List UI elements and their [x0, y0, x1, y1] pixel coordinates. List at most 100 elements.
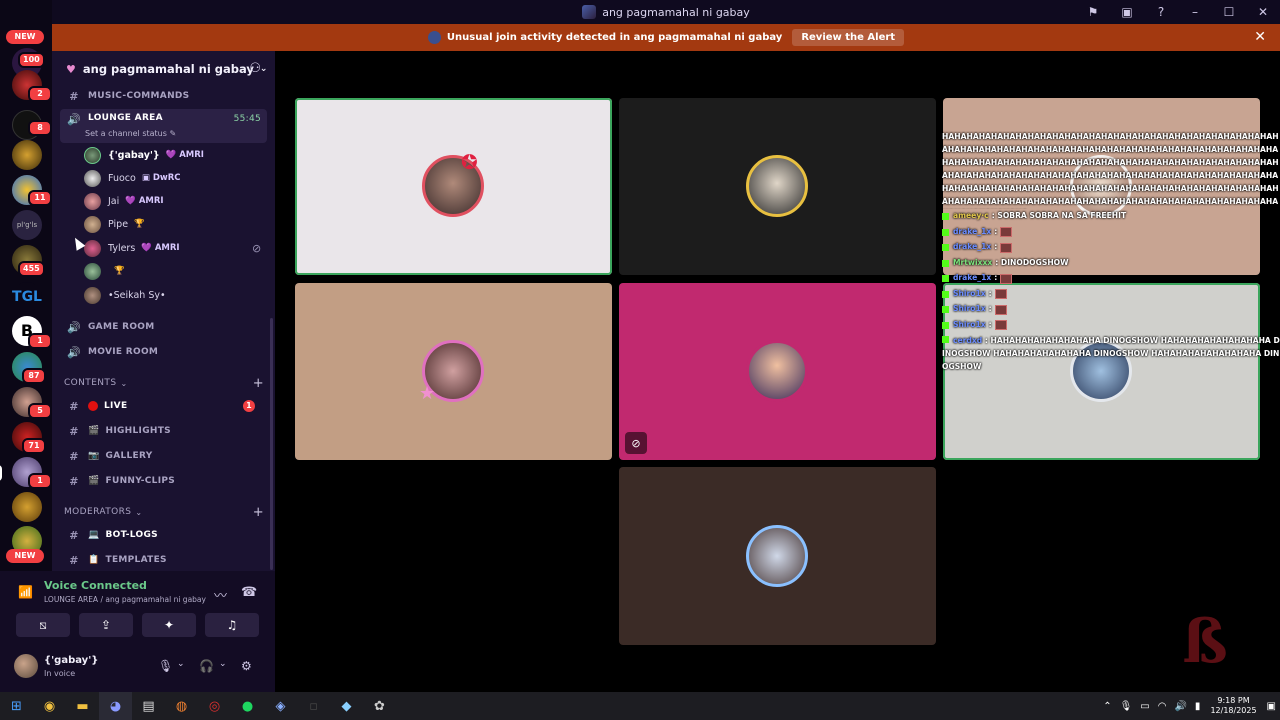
start-icon[interactable]: ⊞: [0, 692, 33, 720]
heart-icon: ♥: [66, 62, 76, 76]
activities-button[interactable]: ✦: [142, 613, 196, 637]
chevron-down-icon[interactable]: ⌄: [219, 659, 227, 669]
signal-icon: 📶: [18, 585, 33, 599]
app-icon[interactable]: ◆: [330, 692, 363, 720]
server-icon[interactable]: [12, 140, 42, 170]
participant-tile[interactable]: ★: [295, 283, 612, 460]
voice-user[interactable]: 🏆: [84, 260, 125, 282]
participant-tile[interactable]: ✪: [295, 98, 612, 275]
screen-share-button[interactable]: ⇪: [79, 613, 133, 637]
help-icon[interactable]: ?: [1144, 0, 1178, 24]
wifi-icon[interactable]: ◠: [1158, 701, 1167, 712]
avatar: [84, 262, 101, 280]
close-icon[interactable]: ✕: [1254, 29, 1266, 45]
server-avatar-icon: [427, 31, 441, 44]
mention-badge: 11: [28, 190, 52, 206]
app-icon[interactable]: ◍: [165, 692, 198, 720]
voice-user-name: •Seikah Sy•: [108, 289, 166, 301]
add-channel-icon[interactable]: +: [253, 376, 264, 391]
app-icon[interactable]: ◎: [198, 692, 231, 720]
participant-tile[interactable]: ⊘: [619, 283, 936, 460]
voice-user[interactable]: •Seikah Sy•: [84, 284, 166, 306]
app-icon[interactable]: ▫: [297, 692, 330, 720]
voice-user[interactable]: Pipe 🏆: [84, 213, 145, 235]
notification-icon[interactable]: ▣: [1267, 701, 1276, 712]
chevron-up-icon[interactable]: ⌃: [1103, 701, 1111, 712]
battery-icon[interactable]: ▮: [1195, 701, 1201, 712]
chat-message: :: [988, 319, 992, 329]
participant-tile[interactable]: [619, 467, 936, 645]
soundboard-button[interactable]: ♫: [205, 613, 259, 637]
microphone-icon[interactable]: 🎙: [158, 659, 173, 673]
noise-suppression-icon[interactable]: 〰: [214, 585, 227, 604]
channel-game-room[interactable]: 🔊 GAME ROOM: [60, 316, 267, 338]
disconnect-icon[interactable]: ☎: [241, 585, 257, 600]
voice-user[interactable]: Jai 💜 AMRI: [84, 190, 164, 212]
server-header[interactable]: ♥ ang pagmamahal ni gabay ⌄ ⚇: [52, 51, 275, 87]
inbox-icon[interactable]: ⚑: [1076, 0, 1110, 24]
clapper-icon: 🎬: [88, 426, 100, 436]
app-icon[interactable]: ◈: [264, 692, 297, 720]
participant-tile[interactable]: [619, 98, 936, 275]
channel-status-text: Set a channel status: [85, 129, 167, 138]
emote-icon: [994, 304, 1007, 315]
chat-line: Mrtwixxx: DINODOGSHOW: [942, 256, 1280, 272]
voice-user[interactable]: Tylers 💜 AMRI: [84, 237, 180, 259]
category-moderators[interactable]: MODERATORS ⌄ +: [64, 503, 264, 521]
channel-live[interactable]: # LIVE 1: [60, 395, 267, 417]
alert-text: Unusual join activity detected in ang pa…: [446, 32, 783, 43]
pencil-icon: ✎: [169, 129, 177, 138]
channel-highlights[interactable]: # 🎬 HIGHLIGHTS: [60, 420, 267, 442]
network-icon[interactable]: ▭: [1140, 701, 1149, 712]
app-icon[interactable]: ✿: [363, 692, 396, 720]
channel-templates[interactable]: # 📋 TEMPLATES: [60, 549, 267, 571]
gear-icon[interactable]: ⚙: [241, 659, 252, 673]
avatar: [746, 155, 808, 217]
chevron-down-icon[interactable]: ⌄: [177, 659, 185, 669]
volume-icon[interactable]: 🔊: [1174, 701, 1186, 712]
category-contents[interactable]: CONTENTS ⌄ +: [64, 374, 264, 392]
server-icon[interactable]: [12, 492, 42, 522]
channel-bot-logs[interactable]: # 💻 BOT-LOGS: [60, 524, 267, 546]
spotify-icon[interactable]: ●: [231, 692, 264, 720]
sidebar-scrollbar[interactable]: [270, 318, 273, 570]
voice-user-name: Pipe: [108, 218, 129, 230]
emote-icon: [994, 289, 1007, 300]
chrome-icon[interactable]: ◉: [33, 692, 66, 720]
chevron-down-icon: ⌄: [135, 507, 143, 517]
notepad-icon[interactable]: ▤: [132, 692, 165, 720]
voice-user[interactable]: {'gabay'} 💜 AMRI: [84, 144, 204, 166]
minimize-icon[interactable]: –: [1178, 0, 1212, 24]
close-window-icon[interactable]: ✕: [1246, 0, 1280, 24]
channel-music-commands[interactable]: # MUSIC-COMMANDS: [60, 85, 267, 107]
screen-icon[interactable]: ▣: [1110, 0, 1144, 24]
camera-off-button[interactable]: ⧅: [16, 613, 70, 637]
speaker-icon: 🔊: [67, 345, 81, 359]
invite-user-icon[interactable]: ⚇: [249, 61, 261, 76]
channel-status[interactable]: Set a channel status ✎: [85, 129, 176, 138]
clock[interactable]: 9:18 PM 12/18/2025: [1210, 696, 1256, 716]
live-dot-icon: [88, 401, 98, 411]
folder-icon[interactable]: ▬: [66, 692, 99, 720]
chat-message: :: [994, 273, 998, 283]
chat-message: : SOBRA SOBRA NA SA FREEHIT: [991, 211, 1127, 221]
channel-gallery[interactable]: # 📷 GALLERY: [60, 445, 267, 467]
server-icon[interactable]: TGL: [12, 282, 42, 312]
headphones-icon[interactable]: 🎧: [199, 659, 214, 673]
channel-funny-clips[interactable]: # 🎬 FUNNY-CLIPS: [60, 470, 267, 492]
voice-connected-title[interactable]: Voice Connected: [44, 579, 147, 592]
microphone-icon[interactable]: 🎙: [1120, 701, 1133, 712]
server-text-icon[interactable]: pl'g'ls: [12, 210, 42, 240]
maximize-icon[interactable]: ☐: [1212, 0, 1246, 24]
add-channel-icon[interactable]: +: [253, 505, 264, 520]
chat-message: :: [994, 242, 998, 252]
hash-icon: #: [69, 89, 79, 103]
voice-channel-path[interactable]: LOUNGE AREA / ang pagmamahal ni gabay: [44, 595, 206, 604]
emote-icon: [1000, 242, 1013, 253]
channel-movie-room[interactable]: 🔊 MOVIE ROOM: [60, 341, 267, 363]
discord-icon[interactable]: ◕: [99, 692, 132, 720]
kick-icon: [942, 228, 949, 236]
guild-tag-text: DwRC: [152, 173, 181, 183]
voice-user[interactable]: Fuoco ▣ DwRC: [84, 167, 181, 189]
review-alert-button[interactable]: Review the Alert: [792, 29, 905, 46]
